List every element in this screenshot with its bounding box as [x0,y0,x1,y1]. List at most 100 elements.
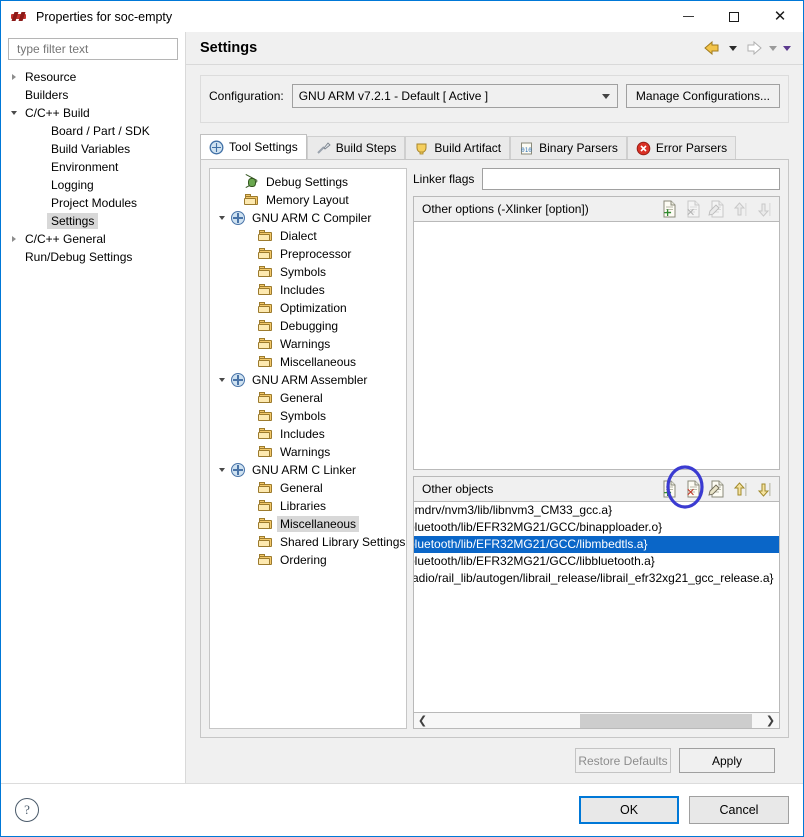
list-item[interactable]: bluetooth/lib/EFR32MG21/GCC/libmbedtls.a… [414,536,779,554]
tab-build-artifact[interactable]: Build Artifact [405,136,511,159]
tool-tree-item-optimization[interactable]: Optimization [210,299,406,317]
tab-binary-parsers[interactable]: 010 Binary Parsers [510,136,627,159]
view-menu-chevron-down-icon[interactable] [783,45,791,51]
configuration-select[interactable]: GNU ARM v7.2.1 - Default [ Active ] [291,84,618,108]
tool-tree-item-gnu-arm-c-linker[interactable]: GNU ARM C Linker [210,461,406,479]
close-button[interactable]: ✕ [757,1,803,32]
tool-tree-item-memory-layout[interactable]: Memory Layout [210,191,406,209]
tool-tree-item-label: Shared Library Settings [280,535,406,549]
tool-tree-item-warnings[interactable]: Warnings [210,335,406,353]
hscroll-thumb[interactable] [579,713,753,728]
tool-tree-item-gnu-arm-c-compiler[interactable]: GNU ARM C Compiler [210,209,406,227]
tab-error-parsers[interactable]: Error Parsers [626,136,737,159]
move-down-icon[interactable] [754,479,775,499]
tool-tree-item-miscellaneous[interactable]: Miscellaneous [210,353,406,371]
tool-tree-item-miscellaneous[interactable]: Miscellaneous [210,515,406,533]
scroll-right-icon[interactable]: ❯ [762,714,779,728]
sidebar-item-run-debug-settings[interactable]: Run/Debug Settings [1,248,185,266]
tool-tree-item-symbols[interactable]: Symbols [210,263,406,281]
restore-defaults-button[interactable]: Restore Defaults [575,748,671,773]
move-up-icon[interactable] [730,479,751,499]
svg-text:+: + [663,206,672,218]
help-icon[interactable]: ? [15,798,39,822]
sidebar-item-c-c-general[interactable]: C/C++ General [1,230,185,248]
linker-flags-input[interactable] [482,168,780,190]
chevron-down-icon[interactable] [214,216,230,220]
list-item-label: radio/rail_lib/autogen/librail_release/l… [413,571,774,586]
chevron-down-icon[interactable] [214,378,230,382]
tool-tree-item-shared-library-settings[interactable]: Shared Library Settings [210,533,406,551]
add-icon[interactable]: + [658,479,679,499]
list-item[interactable]: radio/rail_lib/autogen/librail_release/l… [413,570,779,587]
tool-tree-item-includes[interactable]: Includes [210,425,406,443]
sidebar-item-c-c-build[interactable]: C/C++ Build [1,104,185,122]
tool-tree-item-ordering[interactable]: Ordering [210,551,406,569]
other-options-toolbar: + ✕ [658,199,775,219]
folder-icon [258,336,274,352]
tool-tree-item-libraries[interactable]: Libraries [210,497,406,515]
sidebar-item-settings[interactable]: Settings [1,212,185,230]
sidebar-item-resource[interactable]: Resource [1,68,185,86]
tool-tree-item-general[interactable]: General [210,389,406,407]
configuration-chevron-down-icon[interactable] [595,93,617,99]
folder-icon [258,498,274,514]
tool-chain-tree[interactable]: Debug Settings Memory Layout GNU ARM C Com… [209,168,407,729]
cancel-button[interactable]: Cancel [689,796,789,824]
sidebar-item-project-modules[interactable]: Project Modules [1,194,185,212]
tool-tree-item-preprocessor[interactable]: Preprocessor [210,245,406,263]
sidebar-item-build-variables[interactable]: Build Variables [1,140,185,158]
tool-tree-item-warnings[interactable]: Warnings [210,443,406,461]
filter-input[interactable] [15,41,171,57]
list-item[interactable]: emdrv/nvm3/lib/libnvm3_CM33_gcc.a} [413,502,779,519]
list-item[interactable]: bluetooth/lib/EFR32MG21/GCC/binapploader… [414,519,779,536]
list-item-label: emdrv/nvm3/lib/libnvm3_CM33_gcc.a} [413,503,613,518]
sidebar-item-board-part-sdk[interactable]: Board / Part / SDK [1,122,185,140]
edit-icon [706,199,727,219]
svg-text:✕: ✕ [686,206,695,218]
tool-tree-item-symbols[interactable]: Symbols [210,407,406,425]
window-controls: ✕ [665,1,803,32]
binary-parsers-icon: 010 [519,141,534,156]
tool-tree-item-gnu-arm-assembler[interactable]: GNU ARM Assembler [210,371,406,389]
chevron-down-icon[interactable] [7,111,21,115]
add-icon[interactable]: + [658,199,679,219]
settings-tree[interactable]: Resource Builders C/C++ Build Board / Part … [1,64,185,783]
sidebar-item-environment[interactable]: Environment [1,158,185,176]
sidebar-item-label: Settings [47,213,99,229]
manage-configurations-button[interactable]: Manage Configurations... [625,84,780,108]
tab-tool-settings[interactable]: Tool Settings [200,134,307,159]
chevron-right-icon[interactable] [7,236,21,242]
sidebar-item-logging[interactable]: Logging [1,176,185,194]
tool-settings-panel: Debug Settings Memory Layout GNU ARM C Com… [200,159,789,738]
list-item[interactable]: bluetooth/lib/EFR32MG21/GCC/libbluetooth… [414,553,779,570]
apply-button[interactable]: Apply [679,748,775,773]
ok-button[interactable]: OK [579,796,679,824]
back-arrow-icon[interactable] [703,40,723,56]
other-objects-hscrollbar[interactable]: ❮ ❯ [413,713,780,729]
filter-box[interactable] [8,38,178,60]
move-up-icon [730,199,751,219]
linker-flags-row: Linker flags [413,168,780,190]
tool-tree-item-includes[interactable]: Includes [210,281,406,299]
tab-build-steps[interactable]: Build Steps [306,136,406,159]
folder-icon [258,318,274,334]
other-objects-list[interactable]: emdrv/nvm3/lib/libnvm3_CM33_gcc.a} blueto… [413,502,780,713]
tool-tree-item-debugging[interactable]: Debugging [210,317,406,335]
tool-tree-item-dialect[interactable]: Dialect [210,227,406,245]
sidebar-item-label: Run/Debug Settings [25,250,133,264]
chevron-down-icon[interactable] [214,468,230,472]
minimize-button[interactable] [665,1,711,32]
delete-icon[interactable]: ✕ [682,479,703,499]
maximize-button[interactable] [711,1,757,32]
sidebar-item-builders[interactable]: Builders [1,86,185,104]
other-options-list[interactable] [413,222,780,471]
tool-tree-item-debug-settings[interactable]: Debug Settings [210,173,406,191]
sidebar-item-label: C/C++ Build [25,106,90,120]
folder-icon [258,552,274,568]
scroll-left-icon[interactable]: ❮ [414,714,431,728]
edit-icon[interactable] [706,479,727,499]
chevron-right-icon[interactable] [7,74,21,80]
tool-tree-item-general[interactable]: General [210,479,406,497]
back-history-chevron-down-icon[interactable] [729,45,737,51]
hscroll-track[interactable] [431,713,762,728]
